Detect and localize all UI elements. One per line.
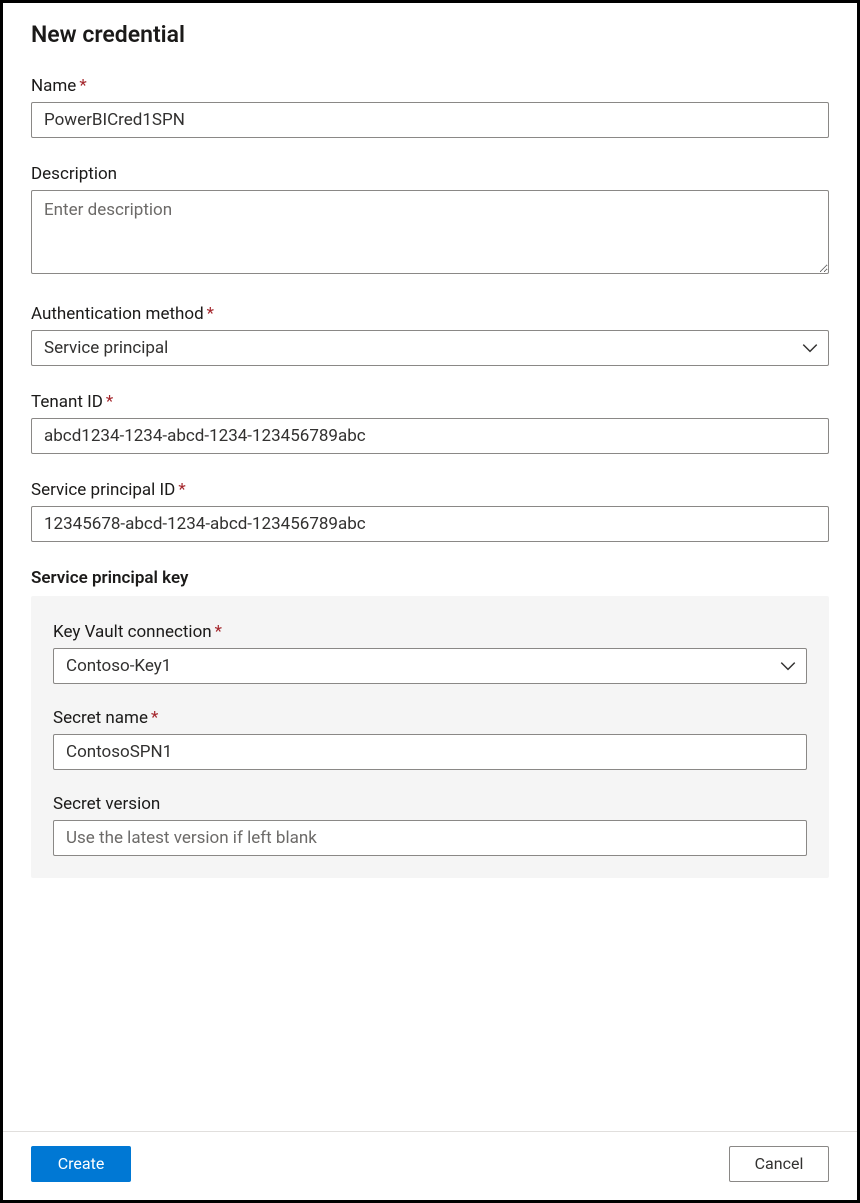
field-description: Description	[31, 164, 829, 278]
secret-name-input[interactable]	[53, 734, 807, 770]
required-asterisk: *	[207, 304, 214, 324]
secret-name-label: Secret name*	[53, 708, 807, 728]
auth-method-select-wrap: Service principal	[31, 330, 829, 366]
spn-key-group-box: Key Vault connection* Contoso-Key1 Secre…	[31, 596, 829, 878]
field-spn-key-group: Service principal key Key Vault connecti…	[31, 568, 829, 878]
spn-id-label: Service principal ID*	[31, 480, 829, 500]
spn-id-label-text: Service principal ID	[31, 480, 175, 500]
required-asterisk: *	[215, 622, 222, 642]
key-vault-connection-select[interactable]: Contoso-Key1	[53, 648, 807, 684]
field-key-vault-connection: Key Vault connection* Contoso-Key1	[53, 622, 807, 684]
new-credential-panel: New credential Name* Description Authent…	[0, 0, 860, 1203]
auth-method-label-text: Authentication method	[31, 304, 204, 324]
name-input[interactable]	[31, 102, 829, 138]
secret-name-label-text: Secret name	[53, 708, 148, 728]
required-asterisk: *	[151, 708, 158, 728]
key-vault-connection-label-text: Key Vault connection	[53, 622, 212, 642]
description-label: Description	[31, 164, 829, 184]
tenant-id-input[interactable]	[31, 418, 829, 454]
field-auth-method: Authentication method* Service principal	[31, 304, 829, 366]
footer-bar: Create Cancel	[3, 1131, 857, 1200]
key-vault-connection-label: Key Vault connection*	[53, 622, 807, 642]
field-name: Name*	[31, 76, 829, 138]
required-asterisk: *	[106, 392, 113, 412]
form-content: New credential Name* Description Authent…	[3, 3, 857, 1131]
key-vault-connection-select-wrap: Contoso-Key1	[53, 648, 807, 684]
spn-id-input[interactable]	[31, 506, 829, 542]
field-spn-id: Service principal ID*	[31, 480, 829, 542]
field-secret-name: Secret name*	[53, 708, 807, 770]
auth-method-label: Authentication method*	[31, 304, 829, 324]
required-asterisk: *	[79, 76, 86, 96]
description-input[interactable]	[31, 190, 829, 274]
name-label-text: Name	[31, 76, 76, 96]
page-title: New credential	[31, 21, 829, 48]
auth-method-select[interactable]: Service principal	[31, 330, 829, 366]
name-label: Name*	[31, 76, 829, 96]
spn-key-group-title: Service principal key	[31, 568, 829, 588]
secret-version-input[interactable]	[53, 820, 807, 856]
required-asterisk: *	[178, 480, 185, 500]
field-tenant-id: Tenant ID*	[31, 392, 829, 454]
tenant-id-label-text: Tenant ID	[31, 392, 103, 412]
create-button[interactable]: Create	[31, 1146, 131, 1182]
field-secret-version: Secret version	[53, 794, 807, 856]
cancel-button[interactable]: Cancel	[729, 1146, 829, 1182]
tenant-id-label: Tenant ID*	[31, 392, 829, 412]
secret-version-label: Secret version	[53, 794, 807, 814]
